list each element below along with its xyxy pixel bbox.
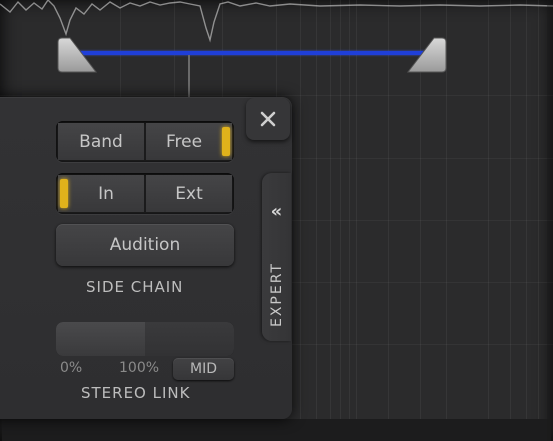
- panel-connector-line: [188, 55, 190, 99]
- expert-label: EXPERT: [269, 262, 285, 328]
- free-button[interactable]: Free: [146, 123, 232, 160]
- stereo-link-slider-fill: [56, 322, 146, 356]
- double-chevron-left-icon: «: [270, 201, 283, 222]
- band-range-line[interactable]: [74, 51, 434, 55]
- grid-line: [0, 95, 553, 96]
- in-button[interactable]: In: [58, 175, 144, 212]
- sidechain-section-title: SIDE CHAIN: [86, 278, 184, 296]
- stereo-link-section-title: STEREO LINK: [81, 384, 191, 402]
- stereo-link-max-label: 100%: [119, 360, 160, 376]
- ext-button[interactable]: Ext: [146, 175, 232, 212]
- bottom-edge: [2, 419, 551, 441]
- stereo-link-mode-button[interactable]: MID: [173, 358, 234, 380]
- band-button[interactable]: Band: [58, 123, 144, 160]
- stereo-link-slider[interactable]: [56, 322, 234, 356]
- expert-tab[interactable]: « EXPERT: [262, 173, 291, 341]
- band-end-handle[interactable]: [406, 36, 448, 74]
- stereo-link-min-label: 0%: [60, 360, 83, 376]
- in-active-indicator: [60, 179, 68, 208]
- right-edge: [547, 0, 553, 441]
- stereo-link-slider-track: [145, 322, 234, 356]
- sidechain-mode-selector: Band Free: [56, 121, 234, 162]
- band-start-handle[interactable]: [56, 36, 98, 74]
- free-active-indicator: [222, 127, 230, 156]
- close-icon: [260, 111, 276, 127]
- sidechain-source-selector: In Ext: [56, 173, 234, 214]
- close-button[interactable]: [246, 98, 290, 140]
- audition-button[interactable]: Audition: [56, 224, 234, 266]
